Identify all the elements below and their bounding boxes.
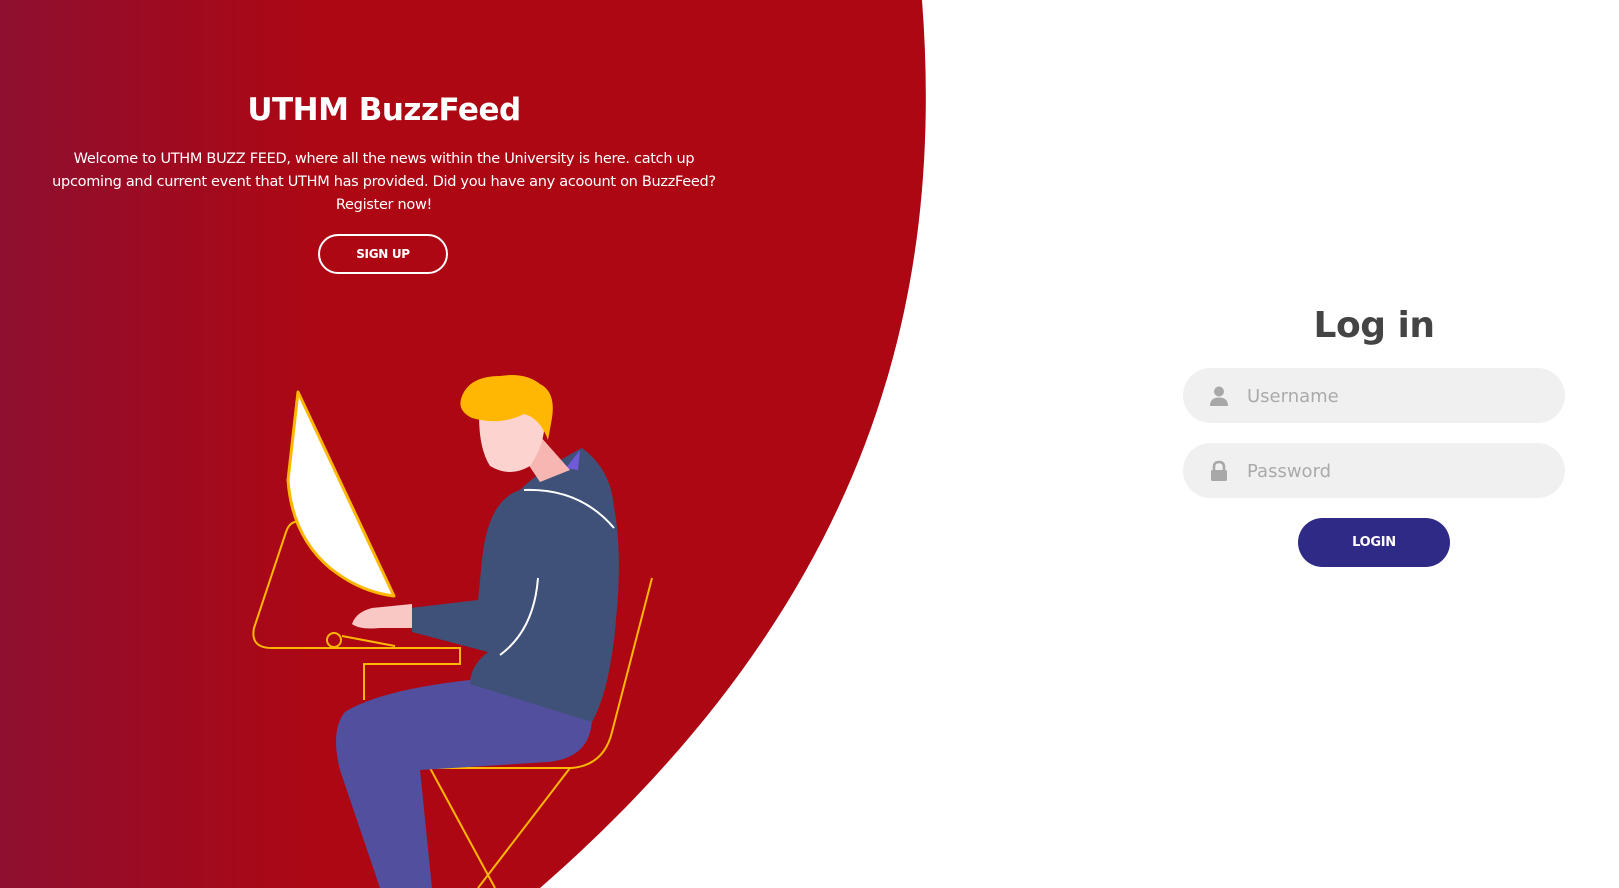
password-input[interactable] (1245, 443, 1549, 500)
welcome-description: Welcome to UTHM BUZZ FEED, where all the… (52, 151, 716, 213)
user-icon (1210, 386, 1228, 406)
password-field[interactable] (1183, 443, 1565, 500)
person-at-computer-illustration (252, 375, 653, 888)
lock-icon (1211, 460, 1227, 481)
username-field[interactable] (1183, 368, 1565, 425)
login-button[interactable]: LOGIN (1298, 518, 1450, 567)
username-input[interactable] (1245, 368, 1549, 425)
login-panel: Log in LOGIN (1183, 305, 1565, 567)
welcome-title: UTHM BuzzFeed (247, 92, 521, 128)
login-title: Log in (1313, 305, 1435, 346)
sign-up-button[interactable]: SIGN UP (318, 234, 448, 274)
login-page: UTHM BuzzFeed Welcome to UTHM BUZZ FEED,… (0, 0, 1619, 888)
welcome-section: UTHM BuzzFeed Welcome to UTHM BUZZ FEED,… (50, 92, 718, 217)
